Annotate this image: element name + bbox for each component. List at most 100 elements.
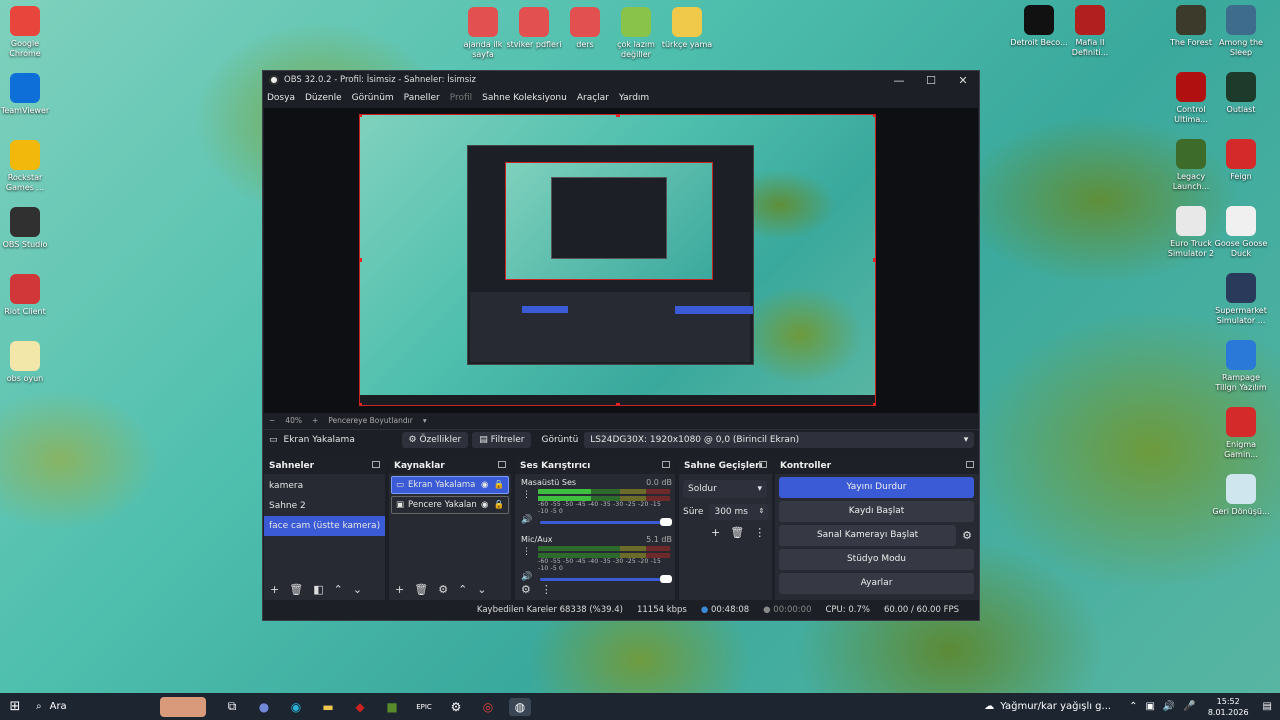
undock-icon[interactable] — [759, 461, 767, 468]
source-item[interactable]: ▣ Pencere Yakalan ◉ 🔒 — [391, 496, 509, 514]
menu-paneller[interactable]: Paneller — [404, 93, 440, 103]
move-down-icon[interactable]: ⌄ — [353, 583, 362, 596]
epic-games-icon[interactable]: EPIC — [413, 698, 435, 716]
stop-streaming-button[interactable]: Yayını Durdur — [779, 477, 974, 498]
move-up-icon[interactable]: ⌃ — [334, 583, 343, 596]
notification-icon[interactable]: ▤ — [1263, 701, 1272, 712]
add-icon[interactable]: + — [711, 526, 720, 539]
display-select[interactable]: LS24DG30X: 1920x1080 @ 0,0 (Birincil Ekr… — [584, 431, 975, 448]
task-view-icon[interactable]: ⧉ — [221, 698, 243, 716]
chrome-icon[interactable]: ◎ — [477, 698, 499, 716]
clock[interactable]: 15:52 8.01.2026 — [1208, 696, 1249, 718]
maximize-button[interactable]: ☐ — [915, 74, 947, 87]
menu-profil[interactable]: Profil — [450, 93, 472, 103]
network-icon[interactable]: ▣ — [1145, 701, 1154, 712]
kebab-menu-icon[interactable]: ⋮ — [522, 547, 531, 557]
start-virtual-camera-button[interactable]: Sanal Kamerayı Başlat — [779, 525, 957, 546]
windows-start-icon[interactable]: ⊞ — [0, 699, 30, 714]
scene-item[interactable]: kamera — [264, 476, 385, 496]
obs-icon[interactable]: ◍ — [509, 697, 531, 716]
zoom-in-button[interactable]: + — [312, 416, 318, 425]
close-button[interactable]: ✕ — [947, 74, 979, 87]
microphone-icon[interactable]: 🎤 — [1183, 701, 1195, 712]
menu-dosya[interactable]: Dosya — [267, 93, 295, 103]
scene-item-selected[interactable]: face cam (üstte kamera) — [264, 516, 385, 536]
lock-icon[interactable]: 🔒 — [493, 480, 504, 490]
add-icon[interactable]: + — [395, 583, 404, 596]
menu-sahne-koleksiyonu[interactable]: Sahne Koleksiyonu — [482, 93, 567, 103]
discord-icon[interactable]: ● — [253, 698, 275, 716]
search-box[interactable]: ⌕ Ara — [30, 701, 160, 712]
kebab-menu-icon[interactable]: ⋮ — [754, 526, 765, 539]
preview-area[interactable] — [264, 108, 978, 413]
undock-icon[interactable] — [662, 461, 670, 468]
gear-icon[interactable]: ⚙ — [962, 529, 972, 542]
resize-handle[interactable] — [360, 115, 362, 117]
resize-handle[interactable] — [616, 115, 620, 117]
menu-gorunum[interactable]: Görünüm — [352, 93, 394, 103]
desktop-icon[interactable]: Rockstar Games ... — [0, 140, 56, 193]
search-highlight-image[interactable] — [160, 696, 206, 717]
eye-icon[interactable]: ◉ — [481, 480, 488, 490]
resize-handle[interactable] — [616, 403, 620, 405]
minimize-button[interactable]: — — [883, 74, 915, 87]
desktop-icon[interactable]: Among the Sleep — [1210, 5, 1272, 58]
transition-select[interactable]: Soldur ▾ — [683, 480, 767, 498]
preview-canvas[interactable] — [359, 114, 876, 406]
menu-duzenle[interactable]: Düzenle — [305, 93, 342, 103]
eye-icon[interactable]: ◉ — [481, 500, 488, 510]
scene-item[interactable]: Sahne 2 — [264, 496, 385, 516]
desktop-icon[interactable]: Supermarket Simulator ... — [1210, 273, 1272, 326]
desktop-icon[interactable]: türkçe yama — [656, 7, 718, 50]
start-recording-button[interactable]: Kaydı Başlat — [779, 501, 974, 522]
trash-icon[interactable]: 🗑 — [730, 526, 744, 539]
file-explorer-icon[interactable]: ▬ — [317, 698, 339, 716]
duration-input[interactable]: 300 ms ⇕ — [709, 504, 770, 520]
undock-icon[interactable] — [372, 461, 380, 468]
desktop-icon[interactable]: Feign — [1210, 139, 1272, 182]
desktop-icon[interactable]: obs oyun — [0, 341, 56, 384]
chevron-down-icon[interactable]: ▾ — [423, 416, 427, 425]
properties-button[interactable]: ⚙ Özellikler — [401, 431, 469, 448]
resize-handle[interactable] — [873, 403, 875, 405]
advanced-audio-icon[interactable]: ⚙ — [521, 583, 531, 596]
desktop-icon[interactable]: OBS Studio — [0, 207, 56, 250]
resize-handle[interactable] — [873, 115, 875, 117]
game-app-icon[interactable]: ◆ — [349, 698, 371, 716]
desktop-icon[interactable]: Outlast — [1210, 72, 1272, 115]
source-item-selected[interactable]: ▭ Ekran Yakalama ◉ 🔒 — [391, 476, 509, 494]
menu-araclar[interactable]: Araçlar — [577, 93, 609, 103]
desktop-icon[interactable]: Mafia II Definiti... — [1059, 5, 1121, 58]
trash-icon[interactable]: 🗑 — [414, 583, 428, 596]
desktop-icon[interactable]: Geri Dönüşü... — [1210, 474, 1272, 517]
desktop-icon[interactable]: Google Chrome — [0, 6, 56, 59]
menu-yardim[interactable]: Yardım — [619, 93, 649, 103]
resize-handle[interactable] — [873, 258, 875, 262]
desktop-icon[interactable]: Goose Goose Duck — [1210, 206, 1272, 259]
filters-button[interactable]: ▤ Filtreler — [472, 431, 532, 448]
move-up-icon[interactable]: ⌃ — [458, 583, 467, 596]
speaker-icon[interactable]: 🔊 — [521, 515, 532, 525]
lock-icon[interactable]: 🔒 — [493, 500, 504, 510]
desktop-icon[interactable]: Enigma Gamin... — [1210, 407, 1272, 460]
kebab-menu-icon[interactable]: ⋮ — [541, 583, 552, 596]
edge-icon[interactable]: ◉ — [285, 698, 307, 716]
move-down-icon[interactable]: ⌄ — [477, 583, 486, 596]
studio-mode-button[interactable]: Stüdyo Modu — [779, 549, 974, 570]
chevron-up-icon[interactable]: ⌃ — [1129, 701, 1137, 712]
weather-widget[interactable]: ☁ Yağmur/kar yağışlı g... — [984, 701, 1111, 712]
minecraft-icon[interactable]: ■ — [381, 698, 403, 716]
resize-handle[interactable] — [360, 258, 362, 262]
add-icon[interactable]: + — [270, 583, 279, 596]
kebab-menu-icon[interactable]: ⋮ — [522, 490, 531, 500]
filter-icon[interactable]: ◧ — [313, 583, 323, 596]
desktop-icon[interactable]: Riot Client — [0, 274, 56, 317]
volume-slider[interactable] — [540, 517, 673, 526]
trash-icon[interactable]: 🗑 — [289, 583, 303, 596]
desktop-icon[interactable]: TeamViewer — [0, 73, 56, 116]
gear-icon[interactable]: ⚙ — [438, 583, 448, 596]
zoom-fit-select[interactable]: Pencereye Boyutlandır — [328, 416, 413, 425]
obs-titlebar[interactable]: OBS 32.0.2 - Profil: İsimsiz - Sahneler:… — [263, 71, 979, 89]
zoom-out-button[interactable]: − — [269, 416, 275, 425]
settings-button[interactable]: Ayarlar — [779, 573, 974, 594]
